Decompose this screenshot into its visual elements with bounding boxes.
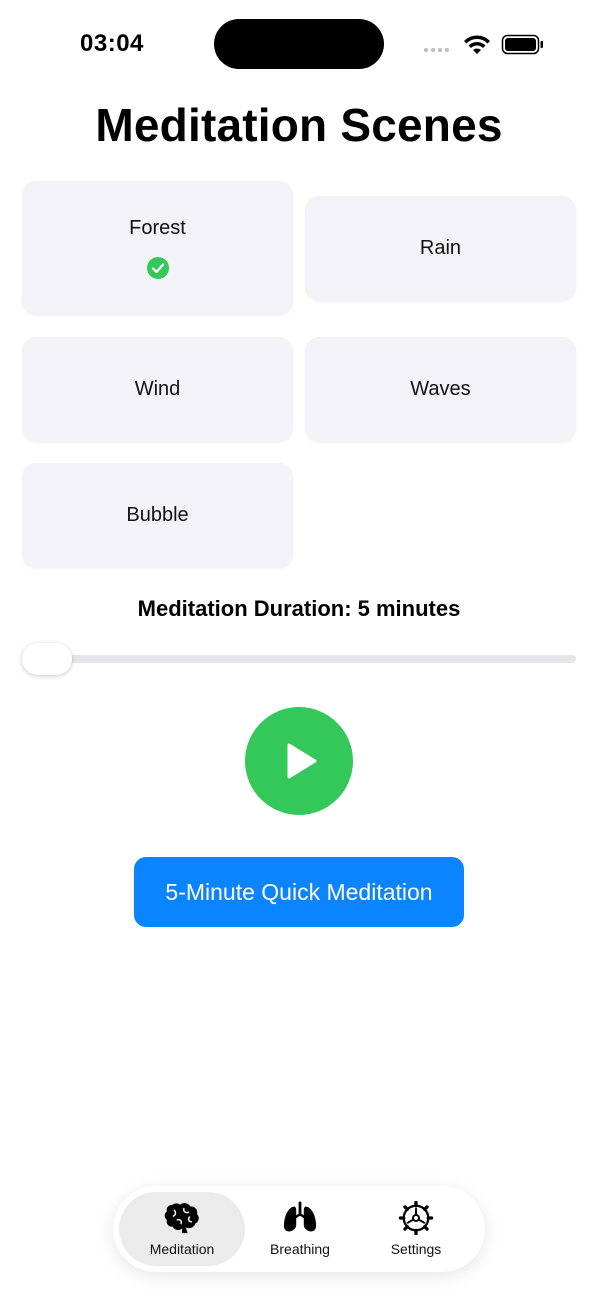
tab-label: Meditation [149,1241,215,1257]
scene-label: Bubble [126,504,189,526]
status-bar: 03:04 [0,0,598,90]
lungs-icon [283,1201,317,1232]
scene-label: Rain [419,237,462,259]
duration-slider-track[interactable] [22,655,576,663]
scene-card-wind[interactable]: Wind [22,337,293,442]
brain-icon [164,1203,199,1234]
tab-bar: Meditation Breathing Settings [113,1186,485,1272]
tab-meditation[interactable]: Meditation [119,1192,245,1266]
cellular-signal-icon [424,48,449,52]
scene-label: Forest [129,216,186,239]
play-button[interactable] [245,707,353,815]
dynamic-island [214,19,384,69]
page-title: Meditation Scenes [95,99,503,151]
scene-card-waves[interactable]: Waves [305,337,576,442]
status-icons [424,34,543,55]
quick-meditation-button[interactable]: 5-Minute Quick Meditation [134,857,464,927]
tab-label: Breathing [270,1241,330,1257]
scene-card-forest[interactable]: Forest [22,181,293,315]
gear-icon [398,1201,434,1235]
tab-label: Settings [390,1241,442,1257]
battery-icon [501,34,543,55]
wifi-icon [464,35,490,54]
scene-card-bubble[interactable]: Bubble [22,463,293,568]
tab-breathing[interactable]: Breathing [245,1192,355,1266]
scene-label: Waves [410,378,471,400]
duration-slider-thumb[interactable] [22,643,72,675]
tab-settings[interactable]: Settings [361,1192,471,1266]
checkmark-circle-icon [146,256,169,279]
play-icon [287,743,317,779]
duration-label: Meditation Duration: 5 minutes [137,596,461,621]
status-time: 03:04 [80,30,144,57]
scene-card-rain[interactable]: Rain [305,196,576,301]
scene-label: Wind [134,378,181,400]
